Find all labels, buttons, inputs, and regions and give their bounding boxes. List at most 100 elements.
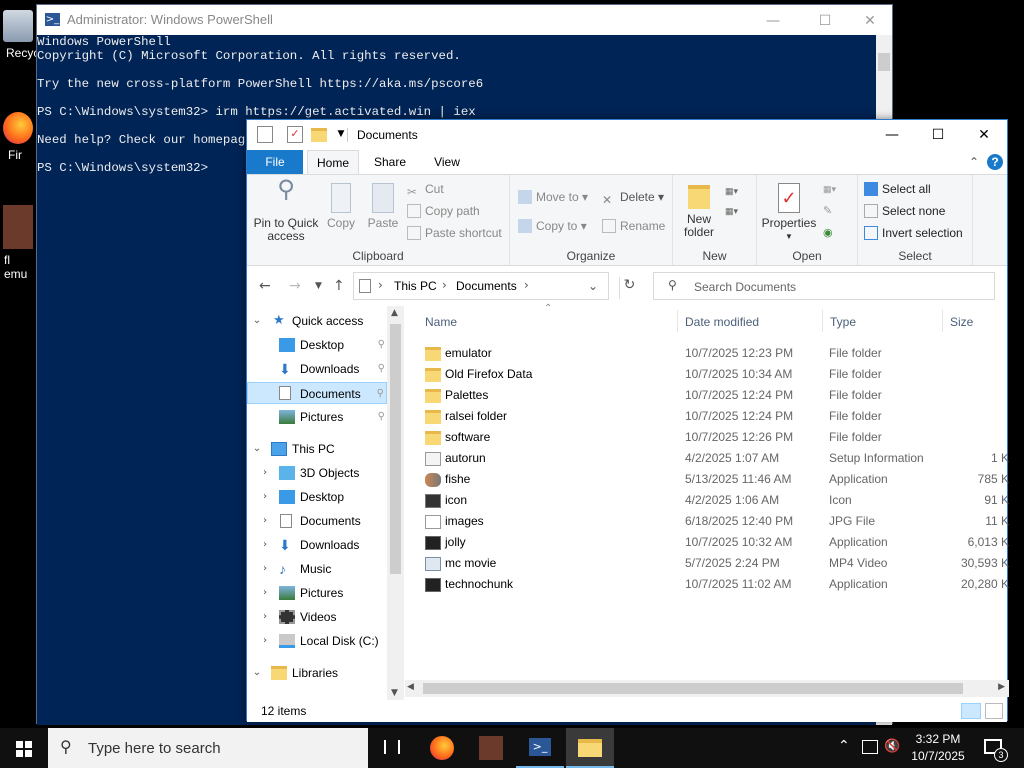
nav-videos[interactable]: › Videos [247,606,387,628]
taskbar-file-explorer[interactable] [566,728,614,768]
start-button[interactable] [0,728,48,768]
task-view-button[interactable] [368,728,416,768]
easy-access-button[interactable]: ▦▾ [725,201,738,221]
nav-documents[interactable]: › Documents [247,510,387,532]
invert-selection-button[interactable]: Invert selection [864,223,963,243]
checkmark-icon[interactable]: ✓ [287,126,303,143]
explorer-title-bar[interactable]: ✓ ▼ Documents — ☐ ✕ [247,120,1007,150]
nav-pictures[interactable]: › Pictures [247,582,387,604]
large-icons-view-button[interactable] [985,703,1003,719]
delete-button[interactable]: ✕ Delete ▾ [602,187,664,207]
file-row[interactable]: mc movie 5/7/2025 2:24 PM MP4 Video 30,593 … [421,553,1011,574]
nav-quick-pictures[interactable]: Pictures ⚲ [247,406,387,428]
recent-locations-button[interactable]: ▼ [315,281,322,291]
copy-button[interactable]: Copy [323,183,359,230]
chevron-right-icon[interactable]: › [259,534,271,556]
column-header-name[interactable]: Name [425,312,457,332]
nav-quick-desktop[interactable]: Desktop ⚲ [247,334,387,356]
file-row[interactable]: technochunk 10/7/2025 11:02 AM Application… [421,574,1011,595]
clock[interactable]: 3:32 PM 10/7/2025 [904,731,972,765]
minimize-button[interactable]: — [869,120,915,150]
maximize-button[interactable]: ☐ [915,120,961,150]
nav-quick-access[interactable]: ⌄ ★ Quick access [247,310,387,332]
edit-button[interactable]: ✎ [823,201,832,221]
show-hidden-icons-button[interactable]: ⌃ [838,738,850,754]
chevron-right-icon[interactable]: › [259,486,271,508]
file-row[interactable]: images 6/18/2025 12:40 PM JPG File 11 K [421,511,1011,532]
notification-center-button[interactable]: 3 [980,728,1024,768]
history-button[interactable]: ◉ [823,223,833,243]
help-icon[interactable]: ? [987,154,1003,170]
file-row[interactable]: ralsei folder 10/7/2025 12:24 PM File fold… [421,406,1011,427]
nav-quick-documents[interactable]: Documents ⚲ [247,382,387,404]
paste-shortcut-button[interactable]: Paste shortcut [407,223,502,243]
tab-file[interactable]: File [247,150,303,174]
move-to-button[interactable]: Move to ▾ [518,187,588,207]
nav-downloads[interactable]: › ⬇ Downloads [247,534,387,556]
chevron-down-icon[interactable]: ⌄ [251,438,263,460]
file-row[interactable]: autorun 4/2/2025 1:07 AM Setup Information… [421,448,1011,469]
new-item-button[interactable]: ▦▾ [725,181,738,201]
file-explorer-window[interactable]: ✓ ▼ Documents — ☐ ✕ File Home Share View… [246,119,1011,722]
refresh-button[interactable]: ↻ [619,277,639,299]
nav-libraries[interactable]: ⌄ Libraries [247,662,387,684]
desktop-icon-flash-emulator[interactable]: fl emu [0,205,36,281]
powershell-title-bar[interactable]: >_ Administrator: Windows PowerShell — ☐… [37,5,892,35]
select-none-button[interactable]: Select none [864,201,945,221]
scroll-right-icon[interactable]: ▶ [998,682,1005,692]
pin-to-quick-access-button[interactable]: ⚲ Pin to Quick access [251,177,321,243]
chevron-right-icon[interactable]: › [259,462,271,484]
back-button[interactable]: ← [259,278,271,294]
close-button[interactable]: ✕ [847,9,893,33]
cut-button[interactable]: ✂ Cut [407,179,444,199]
paste-button[interactable]: Paste [363,183,403,230]
properties-icon[interactable] [257,126,273,143]
nav-music[interactable]: › ♪ Music [247,558,387,580]
select-all-button[interactable]: Select all [864,179,931,199]
search-box[interactable]: ⚲ Search Documents [653,272,995,300]
forward-button[interactable]: → [289,278,301,294]
chevron-down-icon[interactable]: ⌄ [251,662,263,684]
breadcrumb-this-pc[interactable]: This PC [394,279,437,293]
tab-share[interactable]: Share [365,150,415,174]
taskbar-powershell[interactable]: >_ [516,728,564,768]
scrollbar-thumb[interactable] [390,324,401,574]
nav-this-pc[interactable]: ⌄ This PC [247,438,387,460]
file-row[interactable]: Palettes 10/7/2025 12:24 PM File folder [421,385,1011,406]
minimize-button[interactable]: — [750,9,796,33]
navigation-pane[interactable]: ⌄ ★ Quick access Desktop ⚲ ⬇ Downloads ⚲ Docu… [247,306,404,700]
chevron-right-icon[interactable]: › [259,558,271,580]
properties-button[interactable]: ✓ Properties ▼ [761,183,817,243]
desktop-icon-recycle-bin[interactable]: Recyc [0,10,39,60]
file-row[interactable]: Old Firefox Data 10/7/2025 10:34 AM File f… [421,364,1011,385]
address-dropdown-icon[interactable]: ⌄ [588,279,598,293]
chevron-right-icon[interactable]: › [259,606,271,628]
volume-muted-icon[interactable]: 🔇 [884,739,900,754]
breadcrumb-documents[interactable]: Documents [456,279,517,293]
copy-to-button[interactable]: Copy to ▾ [518,216,587,236]
file-row[interactable]: fishe 5/13/2025 11:46 AM Application 785 K [421,469,1011,490]
nav-local-disk[interactable]: › Local Disk (C:) [247,630,387,652]
horizontal-scrollbar[interactable]: ◀ ▶ [405,680,1009,697]
new-folder-icon[interactable] [311,128,327,142]
taskbar-flash-emulator[interactable] [467,728,515,768]
chevron-down-icon[interactable]: ⌄ [251,310,263,332]
maximize-button[interactable]: ☐ [802,9,848,33]
close-button[interactable]: ✕ [961,120,1007,150]
taskbar-search-box[interactable]: ⚲ Type here to search [48,728,368,768]
column-header-date[interactable]: Date modified [685,312,759,332]
nav-scrollbar[interactable]: ▲ ▼ [387,306,404,700]
rename-button[interactable]: Rename [602,216,665,236]
tab-home[interactable]: Home [307,150,359,174]
nav-3d-objects[interactable]: › 3D Objects [247,462,387,484]
file-row[interactable]: software 10/7/2025 12:26 PM File folder [421,427,1011,448]
column-header-type[interactable]: Type [830,312,856,332]
network-icon[interactable] [862,740,878,754]
collapse-ribbon-icon[interactable]: ⌃ [967,150,981,174]
column-header-size[interactable]: Size [950,312,973,332]
file-row[interactable]: jolly 10/7/2025 10:32 AM Application 6,013 … [421,532,1011,553]
copy-path-button[interactable]: Copy path [407,201,480,221]
open-button[interactable]: ▦▾ [823,179,836,199]
tab-view[interactable]: View [423,150,471,174]
file-row[interactable]: emulator 10/7/2025 12:23 PM File folder [421,343,1011,364]
